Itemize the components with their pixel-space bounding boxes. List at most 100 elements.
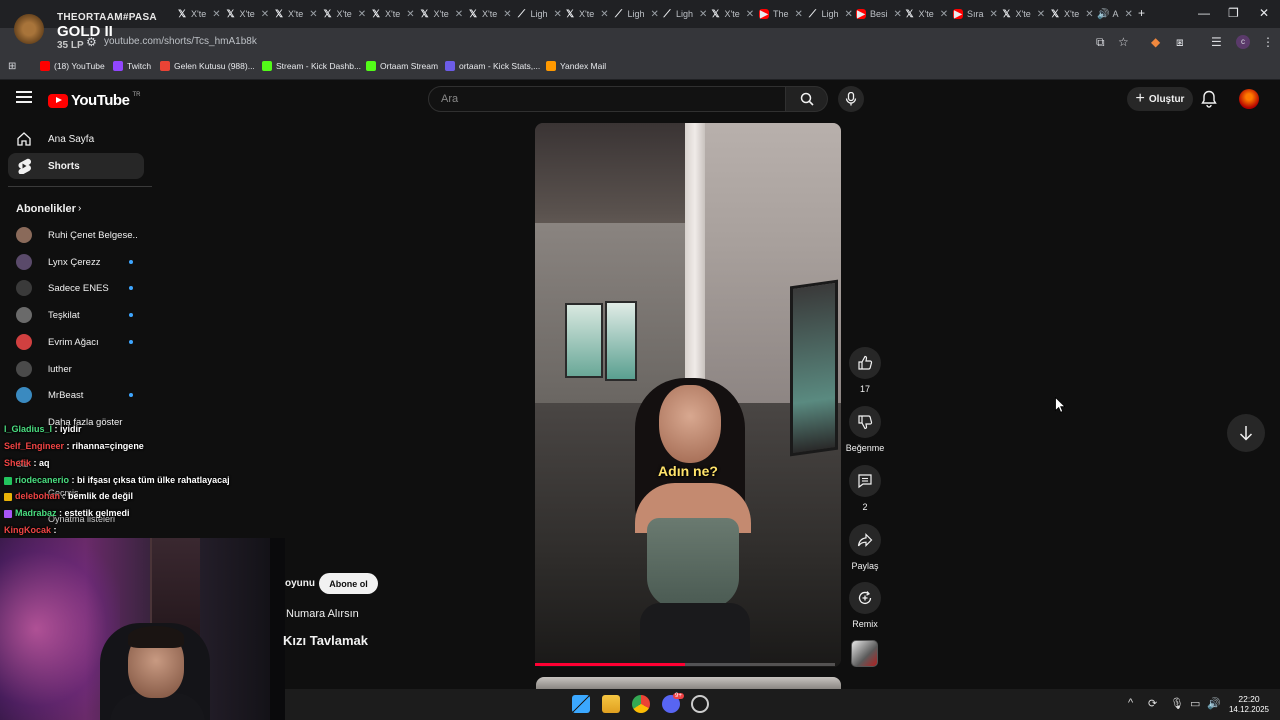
video-progress-bar[interactable]: [535, 663, 835, 666]
browser-tab[interactable]: 𝕏 X'te ✕: [177, 4, 221, 24]
browser-tab[interactable]: 𝕏 X'te ✕: [1050, 4, 1094, 24]
app-icon[interactable]: [691, 695, 709, 713]
browser-tab[interactable]: 𝕏 X'te ✕: [905, 4, 948, 24]
reading-list-icon[interactable]: ☰: [1211, 35, 1222, 49]
subscription-item[interactable]: Lynx Çerezz: [8, 250, 144, 274]
hamburger-menu-icon[interactable]: [16, 91, 32, 105]
subscription-item[interactable]: MrBeast: [8, 383, 144, 407]
share-button[interactable]: Paylaş: [849, 524, 881, 571]
search-input[interactable]: [429, 87, 785, 111]
channel-name[interactable]: oyunu: [285, 578, 315, 589]
subscribe-button[interactable]: Abone ol: [319, 573, 378, 594]
short-title[interactable]: Kızı Tavlamak: [283, 633, 368, 648]
bookmark-item[interactable]: ortaam - Kick Stats,...: [445, 61, 540, 71]
sync-icon[interactable]: ⟳: [1148, 697, 1157, 710]
network-icon[interactable]: ▭: [1190, 697, 1200, 710]
tab-close-icon[interactable]: ✕: [651, 9, 659, 20]
search-button[interactable]: [786, 86, 828, 112]
subscription-item[interactable]: Teşkilat: [8, 303, 144, 327]
chevron-right-icon[interactable]: ›: [78, 203, 81, 214]
clock-time[interactable]: 22:20: [1230, 694, 1268, 704]
tab-close-icon[interactable]: ✕: [358, 9, 366, 20]
browser-tab[interactable]: ▶ Sıra ✕: [953, 4, 998, 24]
new-tab-button[interactable]: +: [1138, 6, 1145, 20]
tab-close-icon[interactable]: ✕: [554, 9, 562, 20]
close-window-icon[interactable]: ✕: [1259, 6, 1269, 20]
subscription-item[interactable]: Sadece ENES: [8, 276, 144, 300]
browser-tab[interactable]: ⟋ Ligh ✕: [808, 4, 853, 24]
voice-search-button[interactable]: [838, 86, 864, 112]
browser-tab[interactable]: 𝕏 X'te ✕: [1002, 4, 1045, 24]
notifications-bell-icon[interactable]: [1201, 90, 1217, 113]
browser-tab[interactable]: ⟋ Ligh ✕: [662, 4, 708, 24]
extension-icon[interactable]: ◆: [1151, 35, 1160, 49]
tab-close-icon[interactable]: ✕: [699, 9, 707, 20]
browser-tab[interactable]: 𝕏 X'te ✕: [274, 4, 318, 24]
chevron-up-icon[interactable]: ^: [1128, 697, 1133, 709]
subscription-item[interactable]: luther: [8, 357, 144, 381]
maximize-icon[interactable]: ❐: [1228, 6, 1239, 20]
extensions-puzzle-icon[interactable]: ⧆: [1176, 35, 1184, 50]
subscriptions-heading[interactable]: Abonelikler: [16, 203, 76, 215]
browser-tab[interactable]: 𝕏 X'te ✕: [323, 4, 366, 24]
subscription-item[interactable]: Evrim Ağacı: [8, 330, 144, 354]
bookmark-item[interactable]: Stream - Kick Dashb...: [262, 61, 361, 71]
tab-close-icon[interactable]: ✕: [845, 9, 853, 20]
windows-start-icon[interactable]: [572, 695, 590, 713]
short-video-player[interactable]: Adın ne?: [535, 123, 841, 667]
next-short-preview[interactable]: [536, 677, 841, 689]
sound-thumbnail[interactable]: [851, 640, 878, 667]
dislike-button[interactable]: Beğenme: [846, 406, 884, 453]
tab-close-icon[interactable]: ✕: [600, 9, 608, 20]
profile-avatar-icon[interactable]: c: [1236, 35, 1250, 49]
browser-tab[interactable]: 𝕏 X'te ✕: [468, 4, 512, 24]
clock-date[interactable]: 14.12.2025: [1226, 705, 1272, 714]
tab-close-icon[interactable]: ✕: [406, 9, 414, 20]
browser-tab[interactable]: ⟋ Ligh ✕: [614, 4, 659, 24]
microphone-tray-icon[interactable]: 🎙: [1170, 697, 1184, 710]
browser-tab[interactable]: 𝕏 X'te ✕: [226, 4, 269, 24]
tab-close-icon[interactable]: ✕: [894, 9, 902, 20]
browser-tab[interactable]: 🔊 A ✕: [1097, 4, 1133, 24]
youtube-logo[interactable]: YouTube TR: [48, 92, 140, 109]
tab-close-icon[interactable]: ✕: [795, 9, 803, 20]
browser-tab[interactable]: 𝕏 X'te ✕: [565, 4, 609, 24]
minimize-icon[interactable]: —: [1198, 6, 1210, 20]
tab-close-icon[interactable]: ✕: [940, 9, 948, 20]
tab-close-icon[interactable]: ✕: [503, 9, 511, 20]
browser-tab[interactable]: ▶ Besi ✕: [856, 4, 902, 24]
bookmark-star-icon[interactable]: ☆: [1118, 35, 1129, 49]
volume-icon[interactable]: 🔊: [1207, 697, 1221, 710]
remix-button[interactable]: Remix: [849, 582, 881, 629]
next-short-button[interactable]: [1227, 414, 1265, 452]
tab-close-icon[interactable]: ✕: [212, 9, 220, 20]
bookmark-item[interactable]: (18) YouTube: [40, 61, 105, 71]
tab-close-icon[interactable]: ✕: [261, 9, 269, 20]
chrome-icon[interactable]: [632, 695, 650, 713]
tab-close-icon[interactable]: ✕: [309, 9, 317, 20]
like-button[interactable]: 17: [849, 347, 881, 394]
bookmark-item[interactable]: Twitch: [113, 61, 151, 71]
account-avatar[interactable]: [1239, 89, 1259, 109]
tab-close-icon[interactable]: ✕: [990, 9, 998, 20]
create-button[interactable]: + Oluştur: [1127, 87, 1193, 111]
bookmark-item[interactable]: Yandex Mail: [546, 61, 606, 71]
browser-tab[interactable]: ▶ The ✕: [759, 4, 803, 24]
comments-button[interactable]: 2: [849, 465, 881, 512]
install-app-icon[interactable]: ⧉: [1096, 35, 1105, 50]
browser-tab[interactable]: 𝕏 X'te ✕: [371, 4, 415, 24]
browser-tab[interactable]: 𝕏 X'te ✕: [711, 4, 754, 24]
bookmark-item[interactable]: Gelen Kutusu (988)...: [160, 61, 255, 71]
tab-close-icon[interactable]: ✕: [746, 9, 754, 20]
more-menu-icon[interactable]: ⋮: [1262, 35, 1274, 49]
tab-close-icon[interactable]: ✕: [1125, 9, 1133, 20]
browser-tab[interactable]: 𝕏 X'te ✕: [420, 4, 463, 24]
apps-grid-icon[interactable]: ⊞: [8, 61, 16, 72]
sidebar-item-home[interactable]: Ana Sayfa: [8, 126, 144, 152]
tab-close-icon[interactable]: ✕: [1085, 9, 1093, 20]
browser-tab[interactable]: ⟋ Ligh ✕: [517, 4, 562, 24]
sidebar-item-shorts[interactable]: Shorts: [8, 153, 144, 179]
file-explorer-icon[interactable]: [602, 695, 620, 713]
bookmark-item[interactable]: Ortaam Stream: [366, 61, 438, 71]
tab-close-icon[interactable]: ✕: [1037, 9, 1045, 20]
